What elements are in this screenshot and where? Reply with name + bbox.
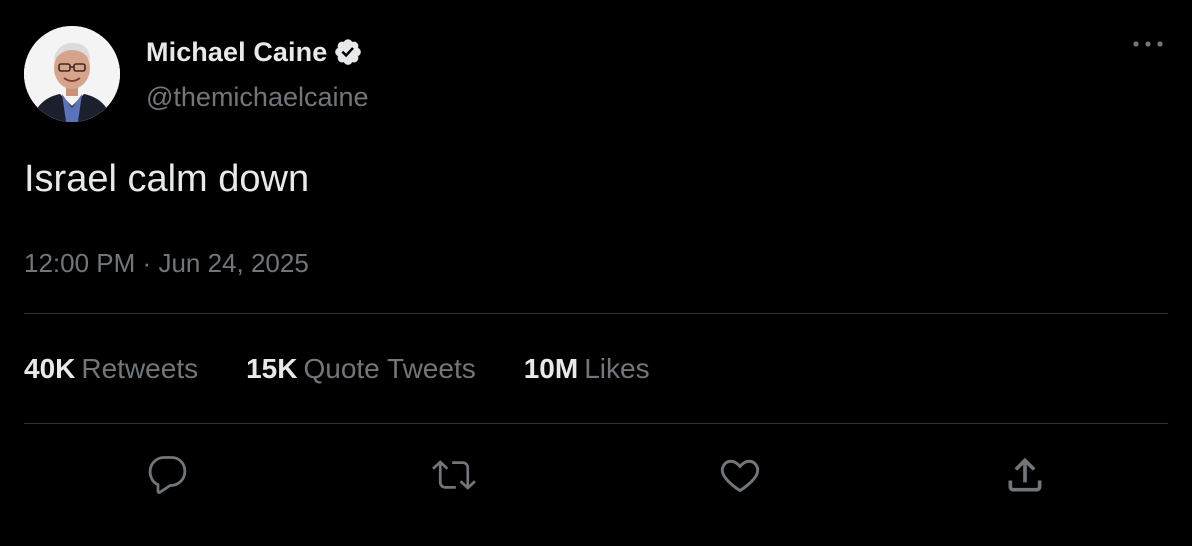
quote-tweets-stat[interactable]: 15K Quote Tweets xyxy=(246,353,476,385)
engagement-stats: 40K Retweets 15K Quote Tweets 10M Likes xyxy=(24,353,698,385)
avatar[interactable] xyxy=(24,26,120,122)
avatar-image xyxy=(24,26,120,122)
tweet-date[interactable]: Jun 24, 2025 xyxy=(158,248,308,278)
like-icon[interactable] xyxy=(715,450,765,500)
tweet-timestamp: 12:00 PM · Jun 24, 2025 xyxy=(24,248,309,279)
timestamp-separator: · xyxy=(142,248,152,278)
author-name-row: Michael Caine xyxy=(146,34,363,70)
verified-badge-icon xyxy=(333,37,363,67)
likes-stat[interactable]: 10M Likes xyxy=(524,353,650,385)
reply-icon[interactable] xyxy=(143,450,193,500)
likes-label: Likes xyxy=(584,353,650,384)
retweets-count: 40K xyxy=(24,353,76,384)
more-options-icon[interactable] xyxy=(1128,30,1168,58)
likes-count: 10M xyxy=(523,353,579,384)
action-bar xyxy=(0,450,1192,500)
quote-tweets-count: 15K xyxy=(246,353,298,384)
tweet-text: Israel calm down xyxy=(24,158,310,200)
divider-bottom xyxy=(24,423,1168,424)
author-display-name[interactable]: Michael Caine xyxy=(146,37,327,68)
share-icon[interactable] xyxy=(1000,450,1050,500)
retweets-stat[interactable]: 40K Retweets xyxy=(24,353,198,385)
tweet-time[interactable]: 12:00 PM xyxy=(24,248,135,278)
retweet-icon[interactable] xyxy=(429,450,479,500)
retweets-label: Retweets xyxy=(81,353,199,384)
quote-tweets-label: Quote Tweets xyxy=(303,353,476,384)
divider-top xyxy=(24,313,1168,314)
tweet-card: Michael Caine @themichaelcaine Israel ca… xyxy=(0,0,1192,546)
author-handle[interactable]: @themichaelcaine xyxy=(146,82,369,113)
